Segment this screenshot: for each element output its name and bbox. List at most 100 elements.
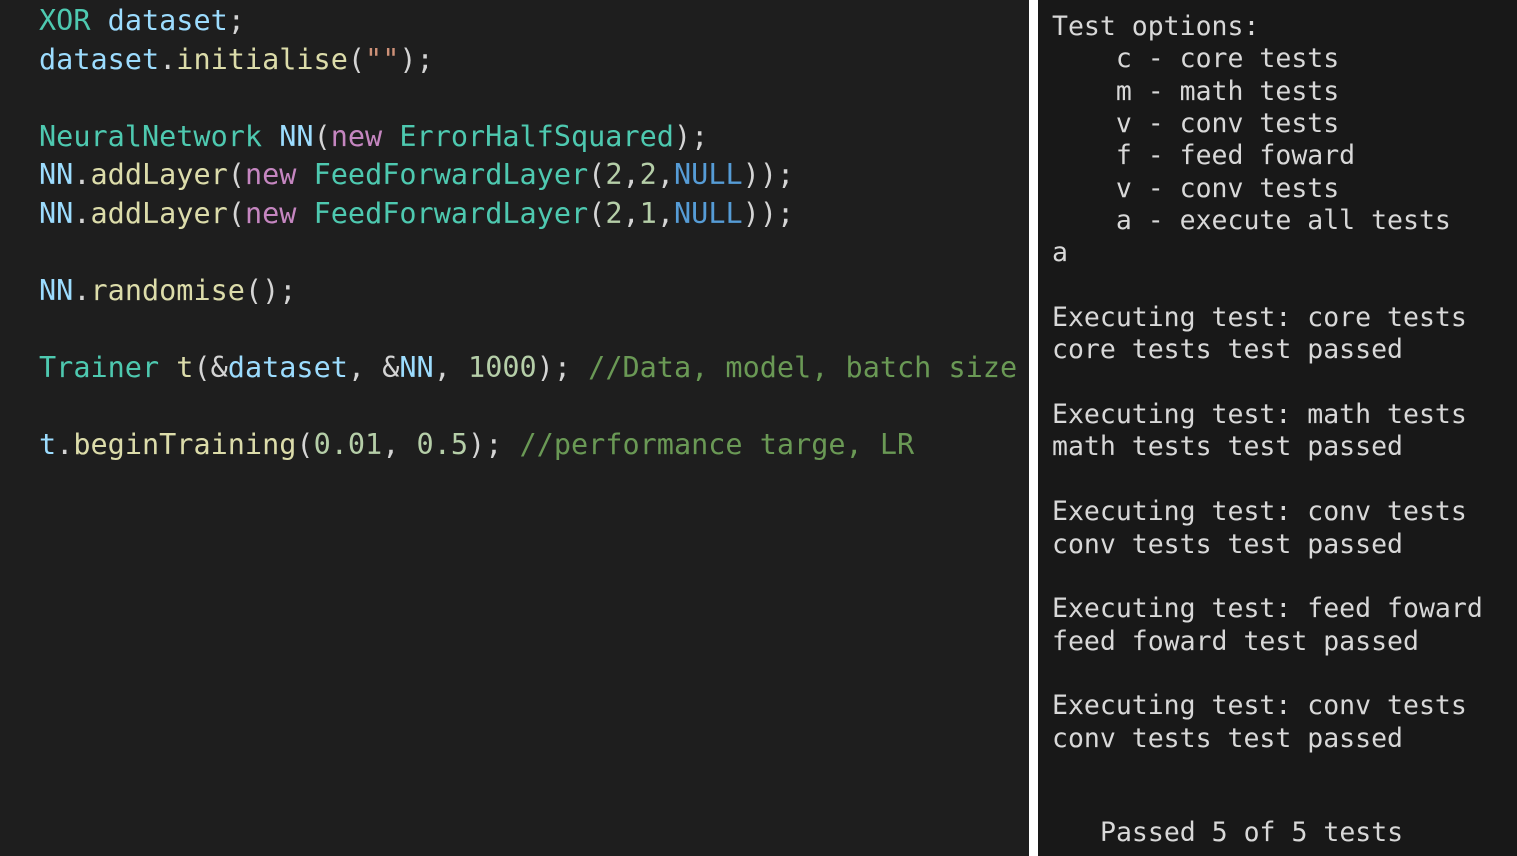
code-token-num: 2 [605,196,623,230]
code-token-punct: ); [399,42,434,76]
terminal-line: math tests test passed [1052,431,1403,463]
code-token-num: 0.01 [313,427,383,461]
code-token-punct: ); [468,427,520,461]
code-token-punct [262,120,279,153]
code-line[interactable]: XOR dataset; [39,2,1017,41]
code-token-fn: initialise [176,42,348,76]
test-summary: Passed 5 of 5 tests [1100,817,1404,848]
terminal-line: f - feed foward [1052,140,1356,172]
terminal-line: core tests test passed [1052,334,1403,366]
code-line[interactable] [39,233,1017,272]
code-token-type: FeedForwardLayer [313,196,589,230]
code-token-kw: new [244,158,297,191]
code-line[interactable]: NeuralNetwork NN(new ErrorHalfSquared); [39,118,1017,157]
code-token-const: NULL [674,196,743,230]
terminal-line: v - conv tests [1052,108,1340,140]
code-token-punct: . [73,158,91,191]
code-token-punct: , [622,158,640,191]
code-token-fn: beginTraining [73,427,297,461]
code-editor-panel[interactable]: XOR dataset; dataset.initialise(""); Neura… [0,0,1029,856]
code-line[interactable]: dataset.initialise(""); [39,41,1017,80]
code-line[interactable] [39,310,1017,349]
code-token-kw: new [244,196,297,230]
code-token-punct: , [433,350,469,384]
code-token-const: NULL [674,158,743,191]
terminal-panel[interactable]: Test options: c - core tests m - math te… [1038,0,1517,856]
code-token-punct: , [622,196,640,230]
code-token-num: 1000 [468,350,537,384]
code-line[interactable] [39,387,1017,426]
code-line[interactable]: t.beginTraining(0.01, 0.5); //performanc… [39,426,1017,465]
terminal-output: Test options: c - core tests m - math te… [1052,11,1483,755]
code-line[interactable]: NN.addLayer(new FeedForwardLayer(2,1,NUL… [39,195,1017,234]
code-token-var: NN [279,119,314,153]
code-token-punct: ( [296,427,314,461]
terminal-line: conv tests test passed [1052,722,1403,754]
code-token-var: dataset [227,350,348,384]
code-line[interactable]: NN.randomise(); [39,272,1017,311]
code-token-num: 0.5 [416,427,469,461]
code-token-punct: ( [588,196,606,230]
terminal-line: Executing test: conv tests [1052,496,1467,528]
code-token-punct [296,158,313,191]
code-token-punct [159,351,176,384]
terminal-line: Executing test: feed foward [1052,593,1483,625]
code-token-type: XOR [39,4,91,37]
code-token-punct: . [73,273,91,307]
code-token-var: t [39,427,57,461]
code-line[interactable] [39,79,1017,118]
code-line[interactable]: Trainer t(&dataset, &NN, 1000); //Data, … [39,349,1017,388]
panel-divider [1029,0,1038,856]
code-token-punct: , [382,427,417,461]
code-token-punct: . [56,427,74,461]
code-token-punct: ( [227,158,245,191]
terminal-line: conv tests test passed [1052,528,1403,560]
code-token-type: FeedForwardLayer [313,158,589,191]
code-token-punct: ); [536,350,589,384]
code-token-num: 2 [639,158,657,191]
terminal-line: feed foward test passed [1052,625,1419,657]
code-token-str: "" [365,42,400,76]
code-token-fn: addLayer [90,196,228,230]
code-line[interactable]: NN.addLayer(new FeedForwardLayer(2,2,NUL… [39,156,1017,195]
code-area[interactable]: XOR dataset; dataset.initialise(""); Neura… [39,2,1017,464]
code-token-punct: ( [313,119,331,153]
code-token-punct: , & [347,350,400,384]
code-token-num: 1 [639,196,657,230]
terminal-line: Executing test: math tests [1052,399,1467,431]
code-token-punct: ; [227,4,245,37]
terminal-line: v - conv tests [1052,172,1340,204]
terminal-line: Executing test: core tests [1052,302,1467,334]
code-token-var: dataset [39,42,160,76]
code-token-punct [90,4,107,37]
code-token-comment: //performance targe, LR [519,427,915,461]
terminal-line: m - math tests [1052,75,1340,107]
code-token-var: NN [399,350,434,384]
code-token-comment: //Data, model, batch size [588,350,1018,384]
code-token-punct: (& [193,350,228,384]
code-token-punct: )); [742,196,795,230]
code-token-punct: , [656,196,675,230]
code-token-type: ErrorHalfSquared [399,119,674,153]
terminal-line: Test options: [1052,11,1260,42]
code-token-punct: (); [244,273,297,307]
code-token-punct: )); [742,158,795,191]
code-token-num: 2 [605,158,623,191]
code-token-fn: randomise [90,273,245,307]
code-token-punct: ( [588,158,606,191]
terminal-line: Executing test: conv tests [1052,690,1467,722]
code-token-type: NeuralNetwork [39,119,263,153]
code-token-kw: new [330,119,383,153]
code-token-punct: ( [347,42,366,76]
code-token-punct: . [73,196,91,230]
code-token-var: NN [39,196,74,230]
code-token-var: NN [39,273,74,307]
code-token-punct [382,120,399,153]
code-token-punct: . [159,42,177,76]
terminal-line: a - execute all tests [1052,205,1451,237]
